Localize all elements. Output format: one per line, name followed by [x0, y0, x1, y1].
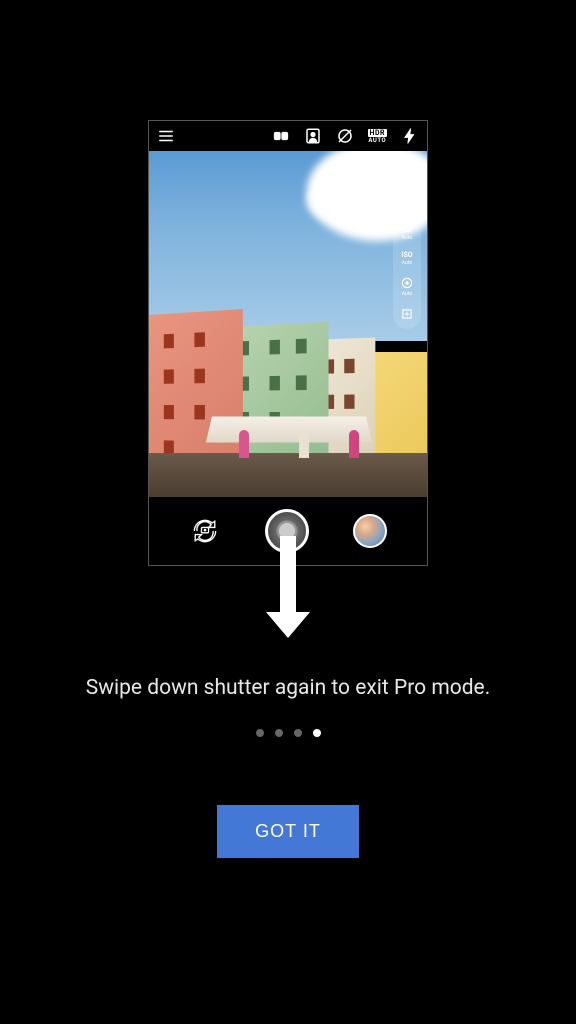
camera-app-mockup: HDR AUTO: [148, 120, 428, 566]
viewfinder: Auto Auto ISO Auto Auto: [149, 151, 427, 497]
pro-wb-label: Auto: [402, 204, 412, 210]
pro-shutter-speed: Auto: [400, 220, 414, 241]
hdr-label-top: HDR: [368, 129, 387, 137]
portrait-icon: [304, 127, 322, 145]
hdr-label-bottom: AUTO: [368, 137, 386, 144]
flash-icon: [401, 127, 419, 145]
pro-iso-label: Auto: [402, 260, 412, 266]
focus-icon: [400, 276, 414, 290]
tutorial-overlay: HDR AUTO: [0, 0, 576, 858]
page-dot-1[interactable]: [256, 729, 264, 737]
page-dot-3[interactable]: [294, 729, 302, 737]
pro-ev: [400, 307, 414, 321]
pro-wb: Auto: [400, 189, 414, 210]
hdr-icon: HDR AUTO: [368, 129, 387, 144]
buildings-scene: [149, 255, 427, 497]
pro-iso: ISO Auto: [401, 251, 412, 266]
iso-icon: ISO: [401, 251, 412, 259]
wb-icon: [400, 189, 414, 203]
pro-focus-label: Auto: [402, 291, 412, 297]
no-filter-icon: [336, 127, 354, 145]
hamburger-icon: [157, 127, 175, 145]
switch-camera-icon: [189, 515, 221, 547]
got-it-button[interactable]: GOT IT: [217, 805, 359, 858]
page-dot-2[interactable]: [275, 729, 283, 737]
pro-controls-sidebar: Auto Auto ISO Auto Auto: [393, 181, 421, 329]
page-dot-4[interactable]: [313, 729, 321, 737]
swipe-down-arrow-icon: [266, 536, 310, 638]
pro-focus: Auto: [400, 276, 414, 297]
page-indicator: [256, 729, 321, 737]
tutorial-hint-text: Swipe down shutter again to exit Pro mod…: [46, 674, 530, 703]
shutter-speed-icon: [400, 220, 414, 234]
dual-camera-icon: [272, 127, 290, 145]
ev-icon: [400, 307, 414, 321]
camera-top-bar: HDR AUTO: [149, 121, 427, 151]
pro-shutter-speed-label: Auto: [402, 235, 412, 241]
gallery-thumbnail: [353, 514, 387, 548]
